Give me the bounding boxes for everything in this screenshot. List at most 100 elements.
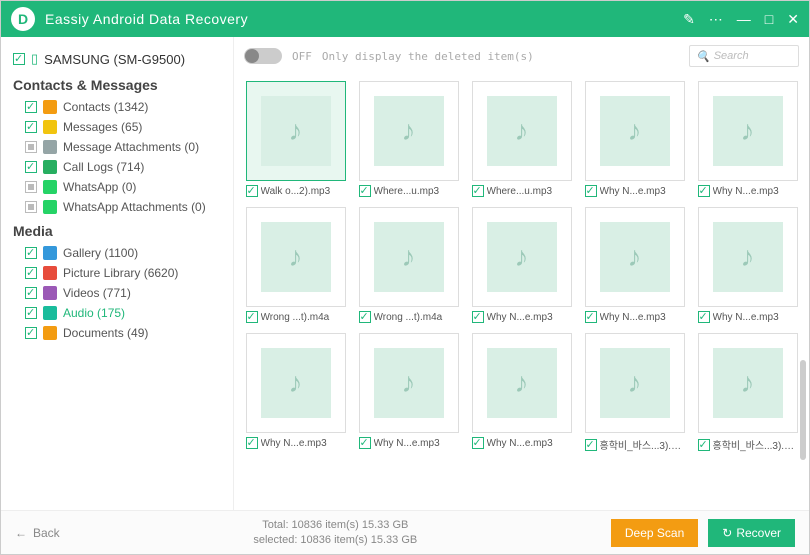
close-icon[interactable]: ✕ — [787, 11, 799, 28]
file-thumbnail[interactable]: ♪ — [585, 333, 685, 433]
file-checkbox[interactable] — [246, 311, 258, 323]
file-item[interactable]: ♪ Why N...e.mp3 — [583, 81, 686, 197]
file-item[interactable]: ♪ Why N...e.mp3 — [244, 333, 347, 452]
category-label: WhatsApp Attachments (0) — [63, 200, 206, 214]
category-checkbox[interactable] — [25, 327, 37, 339]
category-label: Videos (771) — [63, 286, 131, 300]
file-thumbnail[interactable]: ♪ — [585, 207, 685, 307]
category-checkbox[interactable] — [25, 141, 37, 153]
file-item[interactable]: ♪Wrong ...t).m4a — [357, 207, 460, 323]
file-thumbnail[interactable]: ♪ — [698, 81, 798, 181]
file-thumbnail[interactable]: ♪ — [246, 333, 346, 433]
file-thumbnail[interactable]: ♪ — [246, 207, 346, 307]
scrollbar[interactable] — [800, 80, 806, 507]
file-name: Wrong ...t).m4a — [261, 312, 346, 323]
recover-button[interactable]: ↻ Recover — [708, 519, 795, 547]
category-label: Documents (49) — [63, 326, 148, 340]
deep-scan-button[interactable]: Deep Scan — [611, 519, 698, 547]
file-item[interactable]: ♪Why N...e.mp3 — [583, 207, 686, 323]
category-checkbox[interactable] — [25, 201, 37, 213]
back-label: Back — [33, 526, 60, 540]
file-thumbnail[interactable]: ♪ — [472, 81, 572, 181]
file-checkbox[interactable] — [472, 185, 484, 197]
sidebar-item[interactable]: Documents (49) — [7, 323, 227, 343]
maximize-icon[interactable]: □ — [765, 11, 773, 27]
file-item[interactable]: ♪ Wrong ...t).m4a — [244, 207, 347, 323]
sidebar-item[interactable]: Messages (65) — [7, 117, 227, 137]
category-checkbox[interactable] — [25, 307, 37, 319]
category-checkbox[interactable] — [25, 267, 37, 279]
back-button[interactable]: ← Back — [15, 526, 60, 540]
sidebar-item[interactable]: Gallery (1100) — [7, 243, 227, 263]
search-placeholder: Search — [714, 50, 749, 62]
file-name: 홍학비_바스...3).mp3 — [713, 437, 798, 452]
category-checkbox[interactable] — [25, 287, 37, 299]
file-item[interactable]: ♪ Why N...e.mp3 — [357, 333, 460, 452]
file-item[interactable]: ♪홍학비_바스...3).mp3 — [583, 333, 686, 452]
titlebar: D Eassiy Android Data Recovery ✎ ⋯ — □ ✕ — [1, 1, 809, 37]
file-thumbnail[interactable]: ♪ — [698, 207, 798, 307]
minimize-icon[interactable]: — — [737, 11, 751, 27]
sidebar-item[interactable]: WhatsApp Attachments (0) — [7, 197, 227, 217]
device-checkbox[interactable] — [13, 53, 25, 65]
file-thumbnail[interactable]: ♪ — [698, 333, 798, 433]
file-name: Why N...e.mp3 — [261, 438, 346, 449]
device-row[interactable]: ▯ SAMSUNG (SM-G9500) — [7, 47, 227, 71]
category-label: Audio (175) — [63, 306, 125, 320]
file-checkbox[interactable] — [698, 311, 710, 323]
file-thumbnail[interactable]: ♪ — [472, 207, 572, 307]
file-item[interactable]: ♪Why N...e.mp3 — [696, 207, 799, 323]
ic-video-icon — [43, 286, 57, 300]
section-title: Contacts & Messages — [7, 71, 227, 97]
file-item[interactable]: ♪Why N...e.mp3 — [470, 207, 573, 323]
file-item[interactable]: ♪Where...u.mp3 — [357, 81, 460, 197]
file-checkbox[interactable] — [585, 185, 597, 197]
sidebar-item[interactable]: Videos (771) — [7, 283, 227, 303]
search-input[interactable]: 🔍 Search — [689, 45, 799, 67]
category-label: Gallery (1100) — [63, 246, 138, 260]
file-checkbox[interactable] — [472, 437, 484, 449]
file-checkbox[interactable] — [585, 439, 597, 451]
scrollbar-thumb[interactable] — [800, 360, 806, 460]
category-checkbox[interactable] — [25, 101, 37, 113]
file-checkbox[interactable] — [246, 437, 258, 449]
file-thumbnail[interactable]: ♪ — [246, 81, 346, 181]
recover-label: Recover — [736, 526, 781, 540]
file-checkbox[interactable] — [585, 311, 597, 323]
file-checkbox[interactable] — [359, 311, 371, 323]
feedback-icon[interactable]: ✎ — [683, 11, 695, 28]
file-thumbnail[interactable]: ♪ — [359, 333, 459, 433]
chat-icon[interactable]: ⋯ — [709, 11, 723, 28]
category-checkbox[interactable] — [25, 121, 37, 133]
file-checkbox[interactable] — [698, 185, 710, 197]
category-checkbox[interactable] — [25, 161, 37, 173]
file-thumbnail[interactable]: ♪ — [585, 81, 685, 181]
file-item[interactable]: ♪Where...u.mp3 — [470, 81, 573, 197]
file-item[interactable]: ♪Why N...e.mp3 — [696, 81, 799, 197]
music-note-icon: ♪ — [515, 241, 529, 273]
sidebar-item[interactable]: Picture Library (6620) — [7, 263, 227, 283]
deleted-only-toggle[interactable] — [244, 48, 282, 64]
category-checkbox[interactable] — [25, 247, 37, 259]
file-item[interactable]: ♪Walk o...2).mp3 — [244, 81, 347, 197]
category-label: WhatsApp (0) — [63, 180, 136, 194]
sidebar-item[interactable]: Contacts (1342) — [7, 97, 227, 117]
category-checkbox[interactable] — [25, 181, 37, 193]
file-item[interactable]: ♪Why N...e.mp3 — [470, 333, 573, 452]
file-name: Why N...e.mp3 — [600, 186, 685, 197]
file-checkbox[interactable] — [698, 439, 710, 451]
file-thumbnail[interactable]: ♪ — [472, 333, 572, 433]
sidebar-item[interactable]: Audio (175) — [7, 303, 227, 323]
file-item[interactable]: ♪ 홍학비_바스...3).mp3 — [696, 333, 799, 452]
file-checkbox[interactable] — [472, 311, 484, 323]
file-checkbox[interactable] — [359, 185, 371, 197]
toggle-state: OFF — [292, 50, 312, 63]
file-thumbnail[interactable]: ♪ — [359, 81, 459, 181]
sidebar-item[interactable]: WhatsApp (0) — [7, 177, 227, 197]
file-checkbox[interactable] — [246, 185, 258, 197]
file-name: Why N...e.mp3 — [374, 438, 459, 449]
sidebar-item[interactable]: Message Attachments (0) — [7, 137, 227, 157]
sidebar-item[interactable]: Call Logs (714) — [7, 157, 227, 177]
file-checkbox[interactable] — [359, 437, 371, 449]
file-thumbnail[interactable]: ♪ — [359, 207, 459, 307]
